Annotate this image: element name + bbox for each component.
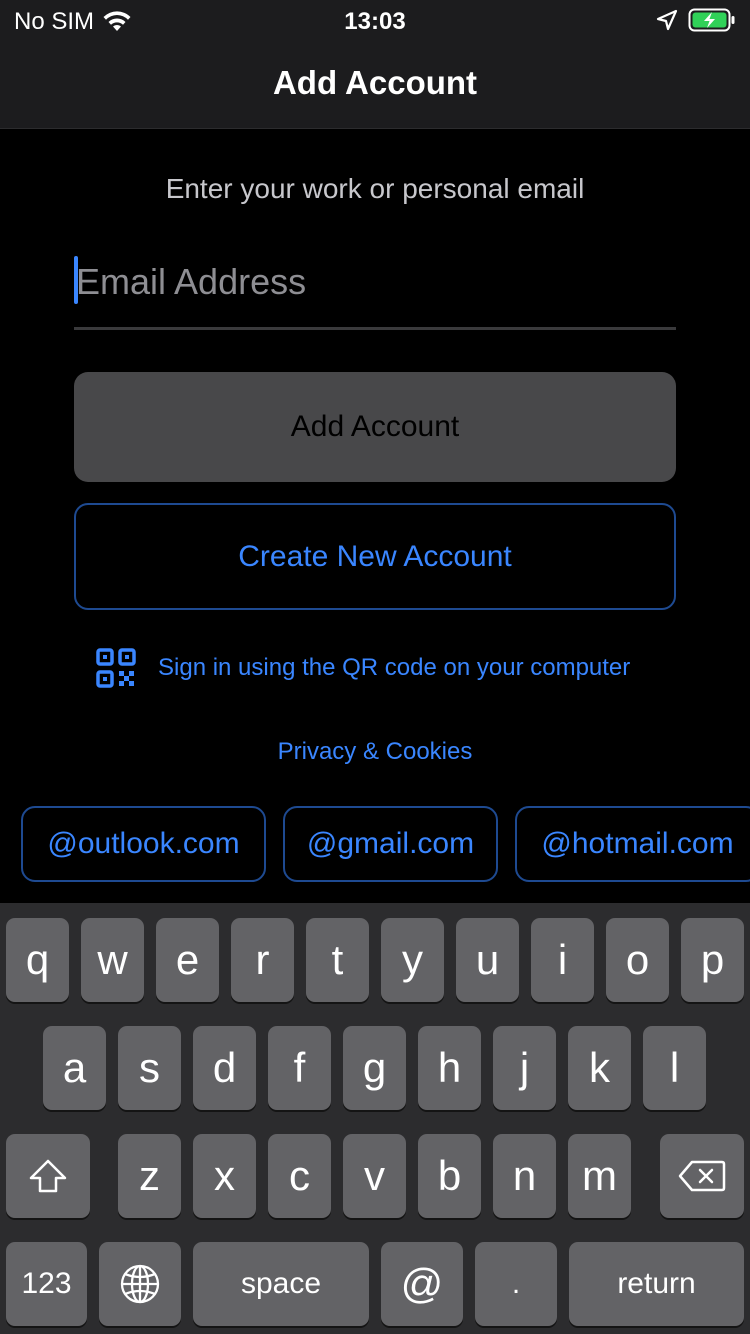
- domain-chip-outlook[interactable]: @outlook.com: [21, 806, 266, 882]
- key-b[interactable]: b: [418, 1134, 481, 1218]
- key-s[interactable]: s: [118, 1026, 181, 1110]
- page-title: Add Account: [272, 64, 478, 101]
- key-w[interactable]: w: [81, 918, 144, 1002]
- key-a[interactable]: a: [43, 1026, 106, 1110]
- key-z[interactable]: z: [118, 1134, 181, 1218]
- domain-chip-hotmail[interactable]: @hotmail.com: [515, 806, 750, 882]
- key-g[interactable]: g: [343, 1026, 406, 1110]
- qr-code-icon: [96, 648, 136, 688]
- key-p[interactable]: p: [681, 918, 744, 1002]
- shift-icon: [29, 1159, 67, 1193]
- key-j[interactable]: j: [493, 1026, 556, 1110]
- key-n[interactable]: n: [493, 1134, 556, 1218]
- location-icon: [656, 9, 678, 31]
- key-x[interactable]: x: [193, 1134, 256, 1218]
- return-key[interactable]: return: [569, 1242, 744, 1326]
- key-o[interactable]: o: [606, 918, 669, 1002]
- email-field[interactable]: [74, 250, 676, 314]
- globe-key[interactable]: [99, 1242, 181, 1326]
- at-key[interactable]: @: [381, 1242, 463, 1326]
- key-l[interactable]: l: [643, 1026, 706, 1110]
- shift-key[interactable]: [6, 1134, 90, 1218]
- key-f[interactable]: f: [268, 1026, 331, 1110]
- qr-sign-in-link[interactable]: Sign in using the QR code on your comput…: [96, 646, 630, 690]
- key-y[interactable]: y: [381, 918, 444, 1002]
- privacy-cookies-link[interactable]: Privacy & Cookies: [0, 738, 750, 766]
- key-t[interactable]: t: [306, 918, 369, 1002]
- globe-icon: [120, 1264, 160, 1304]
- add-account-button[interactable]: Add Account: [74, 372, 676, 482]
- keyboard: q w e r t y u i o p a s d f g h j k l z …: [0, 903, 750, 1334]
- key-v[interactable]: v: [343, 1134, 406, 1218]
- key-d[interactable]: d: [193, 1026, 256, 1110]
- key-r[interactable]: r: [231, 918, 294, 1002]
- email-field-container: [74, 250, 676, 330]
- domain-chip-gmail[interactable]: @gmail.com: [283, 806, 498, 882]
- status-time: 13:03: [344, 8, 406, 35]
- status-right: [656, 8, 736, 32]
- text-caret: [74, 256, 78, 304]
- email-prompt: Enter your work or personal email: [165, 173, 585, 204]
- key-m[interactable]: m: [568, 1134, 631, 1218]
- key-i[interactable]: i: [531, 918, 594, 1002]
- dot-key[interactable]: .: [475, 1242, 557, 1326]
- space-key[interactable]: space: [193, 1242, 369, 1326]
- top-bar: No SIM 13:03 Add Account: [0, 0, 750, 129]
- qr-sign-in-label: Sign in using the QR code on your comput…: [158, 654, 631, 681]
- domain-suggestions: @outlook.com @gmail.com @hotmail.com: [0, 806, 750, 882]
- numbers-key[interactable]: 123: [6, 1242, 87, 1326]
- key-h[interactable]: h: [418, 1026, 481, 1110]
- key-q[interactable]: q: [6, 918, 69, 1002]
- status-bar: No SIM 13:03: [0, 0, 750, 42]
- key-e[interactable]: e: [156, 918, 219, 1002]
- backspace-key[interactable]: [660, 1134, 744, 1218]
- backspace-icon: [678, 1160, 726, 1192]
- key-k[interactable]: k: [568, 1026, 631, 1110]
- key-u[interactable]: u: [456, 918, 519, 1002]
- battery-charging-icon: [688, 8, 735, 32]
- create-new-account-button[interactable]: Create New Account: [74, 503, 676, 610]
- key-c[interactable]: c: [268, 1134, 331, 1218]
